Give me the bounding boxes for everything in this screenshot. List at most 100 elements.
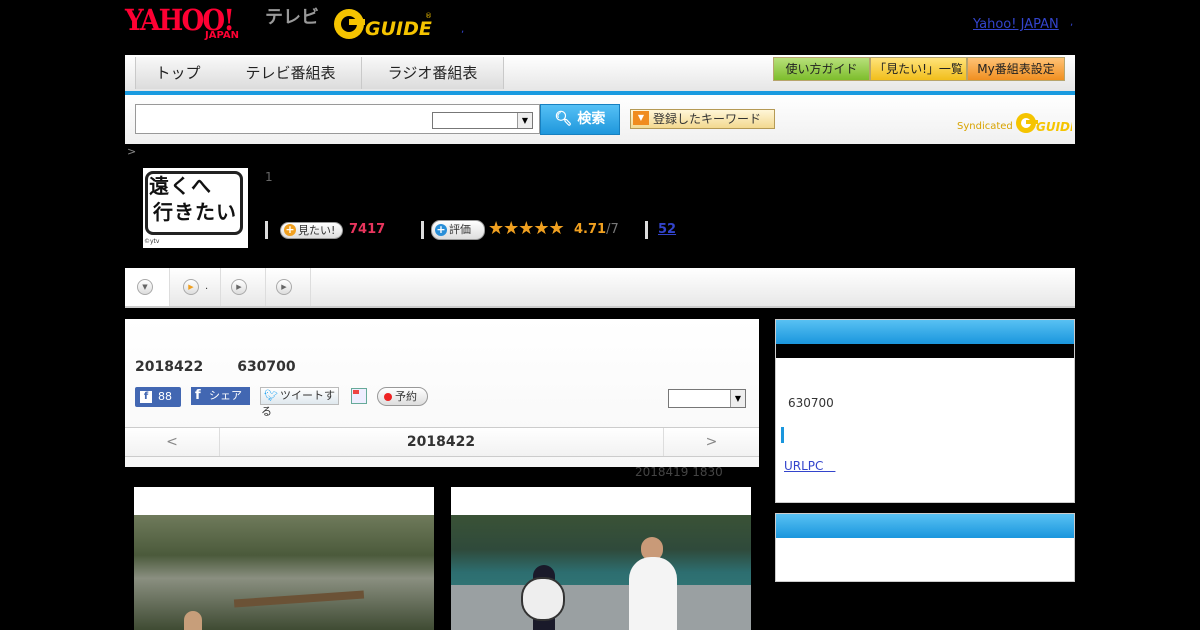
- photo-card-2[interactable]: [451, 487, 751, 630]
- sidebar-air-time: 630700: [788, 396, 834, 410]
- yahoo-japan-link[interactable]: Yahoo! JAPAN: [973, 17, 1059, 32]
- svg-text:®: ®: [425, 12, 432, 20]
- search-category-select[interactable]: ▼: [432, 112, 533, 129]
- search-button[interactable]: 🔍︎ 検索: [540, 104, 620, 135]
- sidebar-band: [776, 344, 1074, 358]
- air-time: 630700: [237, 359, 296, 375]
- photo-gorge-bridge: [134, 515, 434, 630]
- subtab-2-label: .: [205, 281, 209, 292]
- sidebar-box-2-header: [776, 514, 1074, 538]
- person-shape: [184, 611, 202, 630]
- review-count-link[interactable]: 52: [658, 222, 676, 237]
- sidebar-url-link[interactable]: URLPC: [784, 457, 835, 474]
- program-logo-line1: 遠くへ: [149, 174, 212, 198]
- gguide-logo-icon: GUIDE ®: [334, 9, 432, 40]
- calendar-icon[interactable]: [351, 388, 367, 404]
- reserve-label: 予約: [395, 390, 417, 403]
- mitai-button[interactable]: + 見たい!: [280, 222, 343, 239]
- air-date: 2018422: [135, 359, 204, 375]
- sidebar-accent-mark: [781, 427, 784, 443]
- program-image: 遠くへ 行きたい ©ytv: [143, 168, 248, 248]
- search-icon: 🔍︎: [554, 111, 573, 127]
- record-dot-icon: [384, 393, 392, 401]
- tab-top[interactable]: トップ: [135, 57, 221, 89]
- mitai-label: 見たい!: [298, 224, 336, 237]
- rating-stars-icon: ★★★★★: [488, 218, 565, 239]
- tab-radio-schedule[interactable]: ラジオ番組表: [362, 57, 504, 89]
- main-nav: トップ テレビ番組表 ラジオ番組表 使い方ガイド 「見たい!」一覧 My番組表設…: [125, 55, 1075, 95]
- facebook-share-button[interactable]: f シェア: [191, 387, 250, 405]
- updated-timestamp: 2018419 1830: [635, 465, 723, 479]
- play-circle-icon: ▶: [183, 279, 199, 295]
- date-navigation: < 2018422 >: [125, 427, 759, 457]
- yahoo-japan-logo[interactable]: YAHOO! JAPAN: [125, 5, 263, 41]
- breadcrumb: >: [127, 145, 137, 158]
- header-small-mark: ,: [461, 24, 465, 35]
- sidebar-box-header: [776, 320, 1074, 344]
- current-date-label: 2018422: [406, 434, 476, 450]
- rating-value: 4.71/7: [574, 222, 619, 237]
- rate-label: 評価: [449, 223, 471, 236]
- plus-icon: +: [284, 223, 296, 236]
- panel-select[interactable]: ▼: [668, 389, 746, 408]
- tv-logo[interactable]: テレビ: [265, 8, 319, 28]
- prev-date-button[interactable]: <: [125, 428, 220, 456]
- yahoo-logo-sub: JAPAN: [205, 30, 239, 41]
- registered-keywords-button[interactable]: ▼ 登録したキーワード: [630, 109, 775, 129]
- program-subtabs: ▼ ▶ . ▶ ▶: [125, 268, 1075, 308]
- air-datetime: 2018422 630700: [135, 359, 330, 375]
- dock-shape: [451, 585, 751, 630]
- subtab-4[interactable]: ▶: [266, 268, 311, 306]
- divider: [265, 221, 268, 239]
- chevron-down-icon: ▼: [517, 113, 532, 128]
- photo-card-1[interactable]: [134, 487, 434, 630]
- chevron-down-circle-icon: ▼: [137, 279, 153, 295]
- tweet-button[interactable]: 🐦︎ ツイートする: [260, 387, 339, 418]
- facebook-icon: f: [195, 388, 201, 403]
- svg-text:GUIDE: GUIDE: [365, 18, 432, 40]
- facebook-share-label: シェア: [209, 389, 242, 402]
- facebook-like-button[interactable]: f 88: [135, 387, 181, 407]
- header-small-mark-2: ,: [1070, 17, 1074, 28]
- tab-tv-schedule[interactable]: テレビ番組表: [220, 57, 362, 89]
- mitai-count: 7417: [349, 222, 386, 237]
- sidebar-info-box: 630700 URLPC: [775, 319, 1075, 503]
- chevron-down-icon: ▼: [730, 390, 745, 407]
- syndicated-gguide: Syndicated GUIDE: [957, 111, 1079, 135]
- person-shape: [629, 557, 677, 630]
- divider: [421, 221, 424, 239]
- gguide-small-logo-icon: GUIDE: [1015, 113, 1079, 134]
- search-bar: ▼ 🔍︎ 検索 ▼ 登録したキーワード Syndicated GUIDE: [125, 95, 1079, 144]
- rating-max: /7: [606, 222, 619, 237]
- program-logo-line2: 行きたい: [153, 200, 237, 224]
- search-button-label: 検索: [577, 111, 606, 127]
- divider: [645, 221, 648, 239]
- dropdown-arrow-icon: ▼: [633, 111, 649, 125]
- plus-icon: +: [435, 223, 447, 236]
- registered-keywords-label: 登録したキーワード: [653, 112, 762, 126]
- bridge-shape: [233, 590, 365, 608]
- sidebar-box-2: [775, 513, 1075, 582]
- play-circle-icon: ▶: [276, 279, 292, 295]
- reserve-button[interactable]: 予約: [377, 387, 428, 406]
- syndicated-text: Syndicated: [957, 121, 1013, 132]
- rate-button[interactable]: + 評価: [431, 220, 485, 240]
- twitter-bird-icon: 🐦︎: [264, 389, 278, 402]
- photo-lake-dock: [451, 515, 751, 630]
- program-image-credit: ©ytv: [144, 238, 160, 245]
- watchlist-button[interactable]: 「見たい!」一覧: [870, 57, 967, 81]
- subtab-3[interactable]: ▶: [221, 268, 266, 306]
- program-detail-panel: 2018422 630700 f 88 f シェア 🐦︎ ツイートする 予約 ▼ < 2…: [125, 319, 759, 467]
- episode-number: 1: [265, 170, 273, 184]
- rating-number: 4.71: [574, 222, 607, 237]
- facebook-icon: f: [140, 391, 152, 403]
- play-circle-icon: ▶: [231, 279, 247, 295]
- my-schedule-settings-button[interactable]: My番組表設定: [967, 57, 1065, 81]
- board-shape: [521, 577, 565, 621]
- gguide-logo[interactable]: GUIDE ®: [333, 6, 433, 42]
- next-date-button[interactable]: >: [663, 428, 759, 456]
- subtab-1[interactable]: ▼: [125, 268, 170, 306]
- subtab-2[interactable]: ▶ .: [170, 268, 221, 306]
- facebook-like-count: 88: [158, 390, 172, 403]
- guide-button[interactable]: 使い方ガイド: [773, 57, 870, 81]
